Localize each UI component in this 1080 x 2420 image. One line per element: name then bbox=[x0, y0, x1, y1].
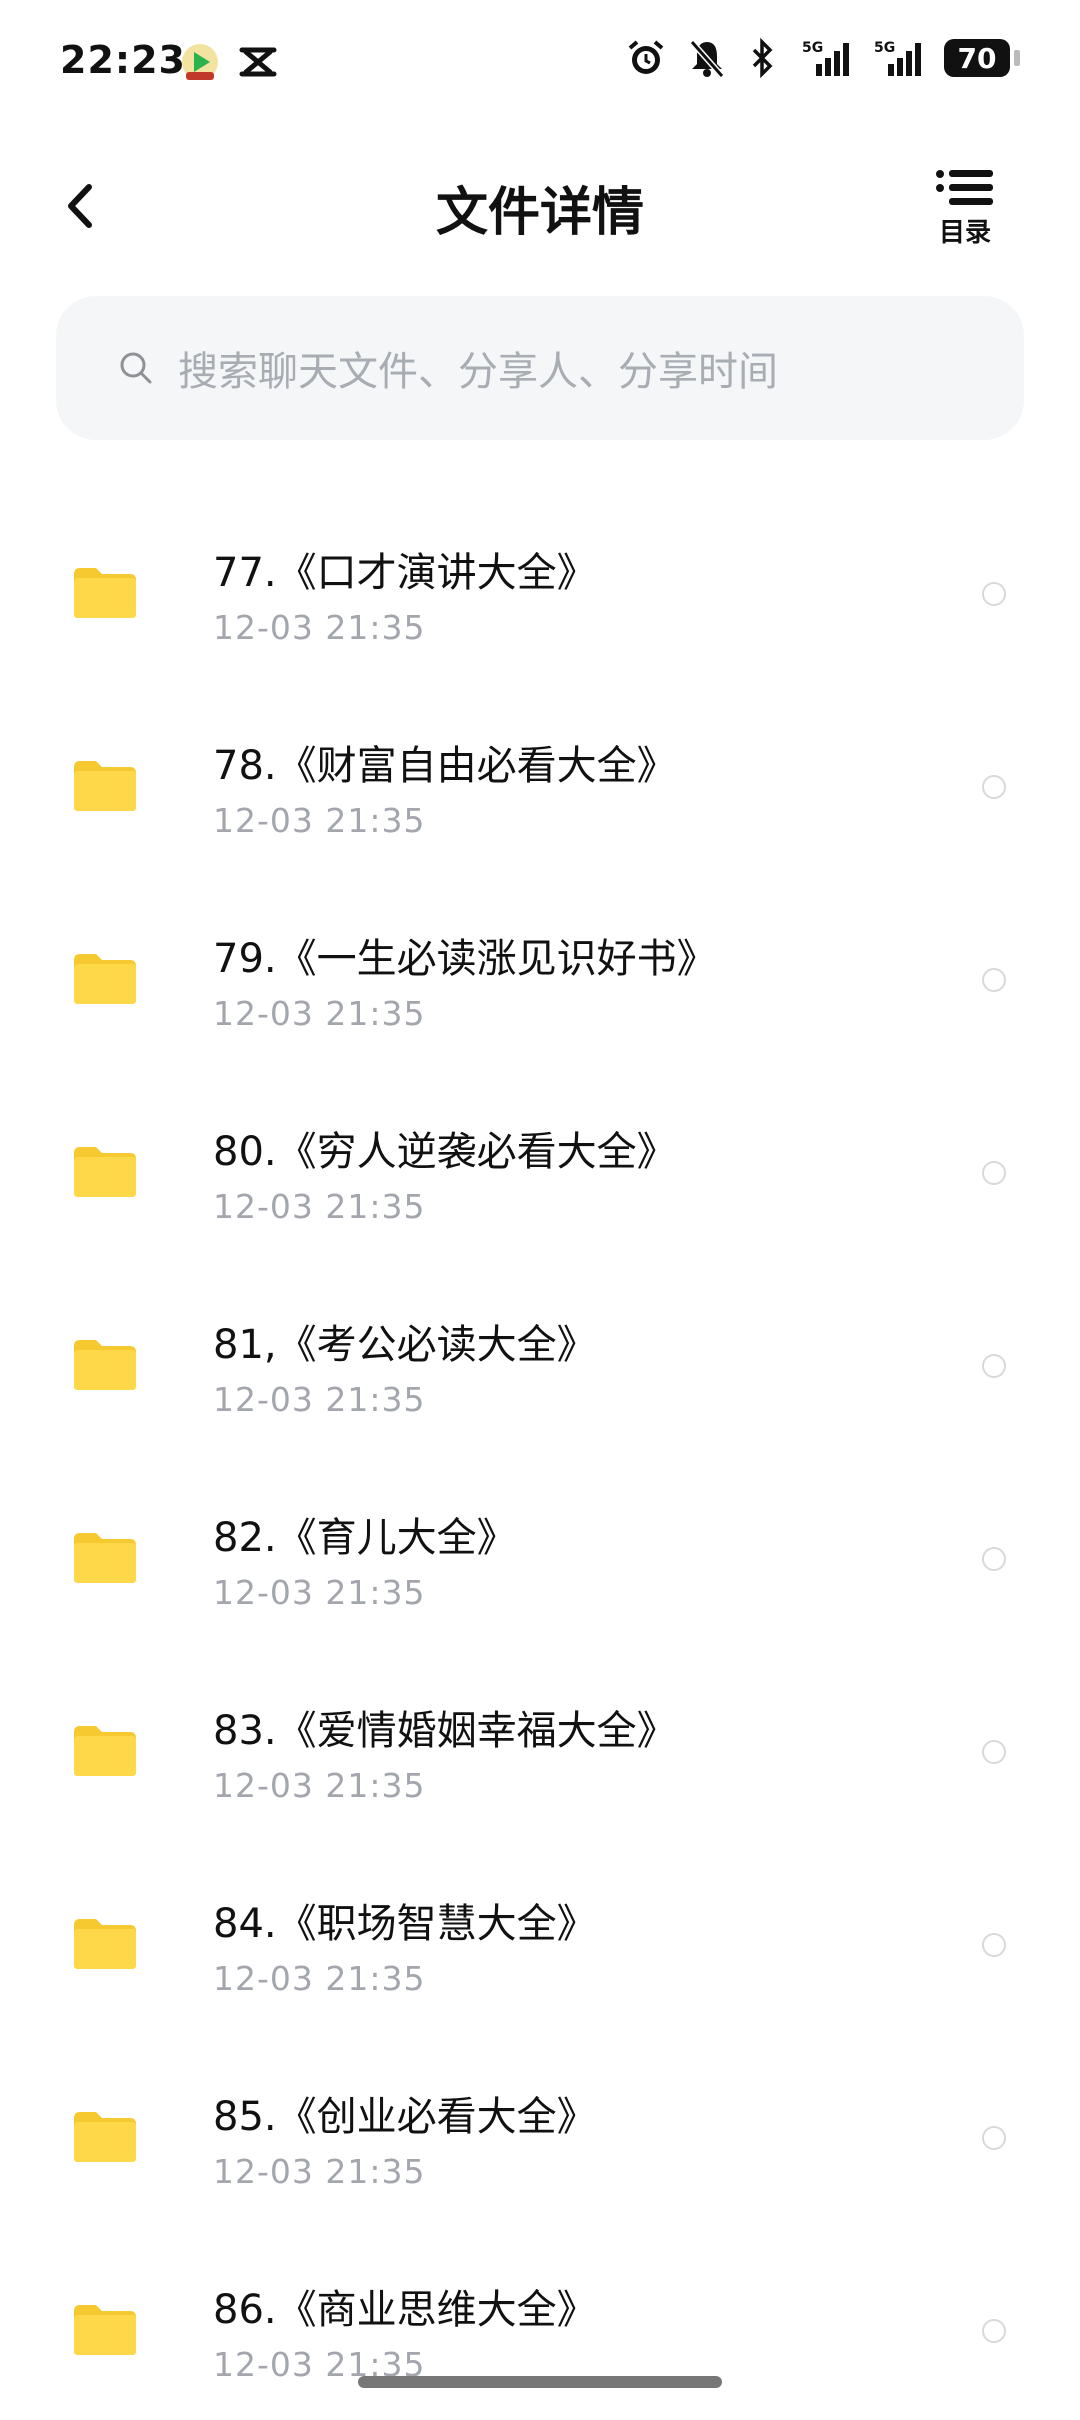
file-name: 85.《创业必看大全》 bbox=[213, 2094, 597, 2140]
file-time: 12-03 21:35 bbox=[213, 1573, 426, 1612]
file-time: 12-03 21:35 bbox=[213, 1766, 426, 1805]
select-radio-button[interactable] bbox=[982, 2319, 1006, 2343]
select-radio-button[interactable] bbox=[982, 1161, 1006, 1185]
file-name: 79.《一生必读涨见识好书》 bbox=[213, 936, 717, 982]
file-name: 84.《职场智慧大全》 bbox=[213, 1901, 597, 1947]
toc-label: 目录 bbox=[938, 218, 991, 248]
signal-label: 5G bbox=[802, 40, 823, 56]
select-radio-button[interactable] bbox=[982, 1354, 1006, 1378]
folder-icon bbox=[74, 761, 136, 811]
select-radio-button[interactable] bbox=[982, 1933, 1006, 1957]
file-time: 12-03 21:35 bbox=[213, 801, 426, 840]
folder-icon bbox=[74, 2112, 136, 2162]
file-name: 81,《考公必读大全》 bbox=[213, 1322, 597, 1368]
file-list-item[interactable]: 80.《穷人逆袭必看大全》 12-03 21:35 bbox=[0, 1069, 1080, 1262]
file-list-item[interactable]: 85.《创业必看大全》 12-03 21:35 bbox=[0, 2034, 1080, 2227]
signal-label: 5G bbox=[874, 40, 895, 56]
video-app-icon bbox=[180, 42, 220, 86]
battery-icon: 70 bbox=[944, 39, 1020, 77]
folder-icon bbox=[74, 568, 136, 618]
signal-icon: 5G bbox=[800, 38, 850, 78]
file-time: 12-03 21:35 bbox=[213, 1187, 426, 1226]
page-title: 文件详情 bbox=[435, 183, 644, 243]
alarm-icon bbox=[626, 38, 666, 78]
system-status-icons: 5G 5G 70 bbox=[626, 38, 1020, 78]
status-bar: 22:23 5G 5G 70 bbox=[0, 0, 1080, 130]
file-name: 80.《穷人逆袭必看大全》 bbox=[213, 1129, 677, 1175]
file-name: 78.《财富自由必看大全》 bbox=[213, 743, 677, 789]
list-icon bbox=[936, 170, 993, 205]
folder-icon bbox=[74, 1147, 136, 1197]
file-time: 12-03 21:35 bbox=[213, 2152, 426, 2191]
file-list-item[interactable]: 86.《商业思维大全》 12-03 21:35 bbox=[0, 2227, 1080, 2420]
file-time: 12-03 21:35 bbox=[213, 1959, 426, 1998]
file-name: 82.《育儿大全》 bbox=[213, 1515, 517, 1561]
mute-bell-icon bbox=[688, 38, 726, 78]
capcut-icon bbox=[238, 44, 278, 84]
file-list-item[interactable]: 79.《一生必读涨见识好书》 12-03 21:35 bbox=[0, 876, 1080, 1069]
folder-icon bbox=[74, 2305, 136, 2355]
select-radio-button[interactable] bbox=[982, 582, 1006, 606]
file-time: 12-03 21:35 bbox=[213, 608, 426, 647]
status-time: 22:23 bbox=[60, 38, 186, 82]
search-bar[interactable]: 搜索聊天文件、分享人、分享时间 bbox=[56, 296, 1024, 440]
folder-icon bbox=[74, 954, 136, 1004]
bluetooth-icon bbox=[748, 38, 778, 78]
file-time: 12-03 21:35 bbox=[213, 1380, 426, 1419]
notification-icons bbox=[180, 42, 278, 86]
select-radio-button[interactable] bbox=[982, 1740, 1006, 1764]
file-list-item[interactable]: 84.《职场智慧大全》 12-03 21:35 bbox=[0, 1841, 1080, 2034]
file-list-item[interactable]: 83.《爱情婚姻幸福大全》 12-03 21:35 bbox=[0, 1648, 1080, 1841]
home-indicator[interactable] bbox=[358, 2376, 722, 2388]
select-radio-button[interactable] bbox=[982, 2126, 1006, 2150]
select-radio-button[interactable] bbox=[982, 775, 1006, 799]
file-list-item[interactable]: 82.《育儿大全》 12-03 21:35 bbox=[0, 1455, 1080, 1648]
file-name: 86.《商业思维大全》 bbox=[213, 2287, 597, 2333]
select-radio-button[interactable] bbox=[982, 968, 1006, 992]
folder-icon bbox=[74, 1919, 136, 1969]
folder-icon bbox=[74, 1340, 136, 1390]
toc-button[interactable]: 目录 bbox=[930, 168, 1000, 258]
search-icon bbox=[116, 348, 156, 388]
file-time: 12-03 21:35 bbox=[213, 994, 426, 1033]
search-input[interactable]: 搜索聊天文件、分享人、分享时间 bbox=[178, 339, 778, 397]
folder-icon bbox=[74, 1726, 136, 1776]
folder-icon bbox=[74, 1533, 136, 1583]
file-list: 77.《口才演讲大全》 12-03 21:35 78.《财富自由必看大全》 12-03… bbox=[0, 490, 1080, 2420]
file-name: 83.《爱情婚姻幸福大全》 bbox=[213, 1708, 677, 1754]
select-radio-button[interactable] bbox=[982, 1547, 1006, 1571]
file-list-item[interactable]: 77.《口才演讲大全》 12-03 21:35 bbox=[0, 490, 1080, 683]
file-name: 77.《口才演讲大全》 bbox=[213, 550, 597, 596]
file-list-item[interactable]: 78.《财富自由必看大全》 12-03 21:35 bbox=[0, 683, 1080, 876]
signal-icon: 5G bbox=[872, 38, 922, 78]
file-list-item[interactable]: 81,《考公必读大全》 12-03 21:35 bbox=[0, 1262, 1080, 1455]
top-nav-bar: 文件详情 目录 bbox=[0, 150, 1080, 260]
